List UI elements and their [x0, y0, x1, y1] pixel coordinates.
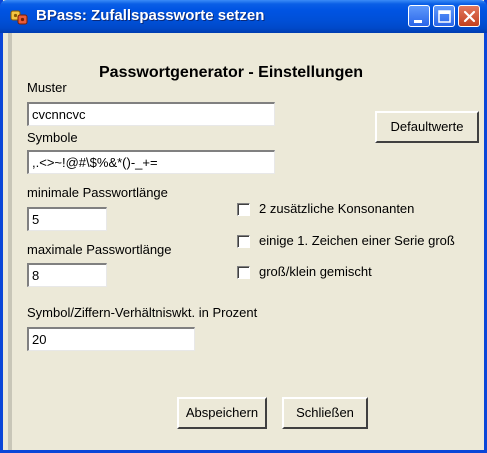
symbole-input[interactable] — [27, 150, 275, 174]
maximize-button[interactable] — [433, 5, 455, 27]
checkbox-mixed-case-label: groß/klein gemischt — [259, 264, 372, 279]
close-button-label: Schließen — [296, 405, 354, 420]
min-length-input[interactable] — [27, 207, 107, 231]
close-window-button[interactable] — [458, 5, 480, 27]
minimize-icon — [414, 20, 422, 23]
left-edge-bar — [8, 33, 12, 450]
ratio-label: Symbol/Ziffern-Verhältniswkt. in Prozent — [27, 305, 258, 320]
title-bar[interactable]: BPass: Zufallspassworte setzen — [0, 0, 487, 33]
defaults-button[interactable]: Defaultwerte — [375, 111, 479, 143]
defaults-button-label: Defaultwerte — [390, 119, 464, 134]
min-length-label: minimale Passwortlänge — [27, 185, 168, 200]
bpass-window: BPass: Zufallspassworte setzen Passwortg… — [0, 0, 487, 453]
checkbox-series-uppercase[interactable] — [237, 235, 250, 248]
checkbox-series-uppercase-label: einige 1. Zeichen einer Serie groß — [259, 233, 455, 248]
checkbox-extra-consonants[interactable] — [237, 203, 250, 216]
save-button-label: Abspeichern — [185, 405, 259, 420]
checkbox-mixed-case[interactable] — [237, 266, 250, 279]
close-button[interactable]: Schließen — [282, 397, 368, 429]
close-icon — [463, 10, 476, 23]
maximize-icon — [438, 10, 451, 23]
muster-input[interactable] — [27, 102, 275, 126]
page-title: Passwortgenerator - Einstellungen — [99, 64, 364, 81]
minimize-button[interactable] — [408, 5, 430, 27]
app-keys-icon — [10, 10, 28, 25]
window-title: BPass: Zufallspassworte setzen — [36, 7, 265, 24]
symbole-label: Symbole — [27, 130, 78, 145]
save-button[interactable]: Abspeichern — [177, 397, 267, 429]
max-length-input[interactable] — [27, 263, 107, 287]
muster-label: Muster — [27, 80, 67, 95]
ratio-input[interactable] — [27, 327, 195, 351]
checkbox-extra-consonants-label: 2 zusätzliche Konsonanten — [259, 201, 415, 216]
max-length-label: maximale Passwortlänge — [27, 242, 172, 257]
